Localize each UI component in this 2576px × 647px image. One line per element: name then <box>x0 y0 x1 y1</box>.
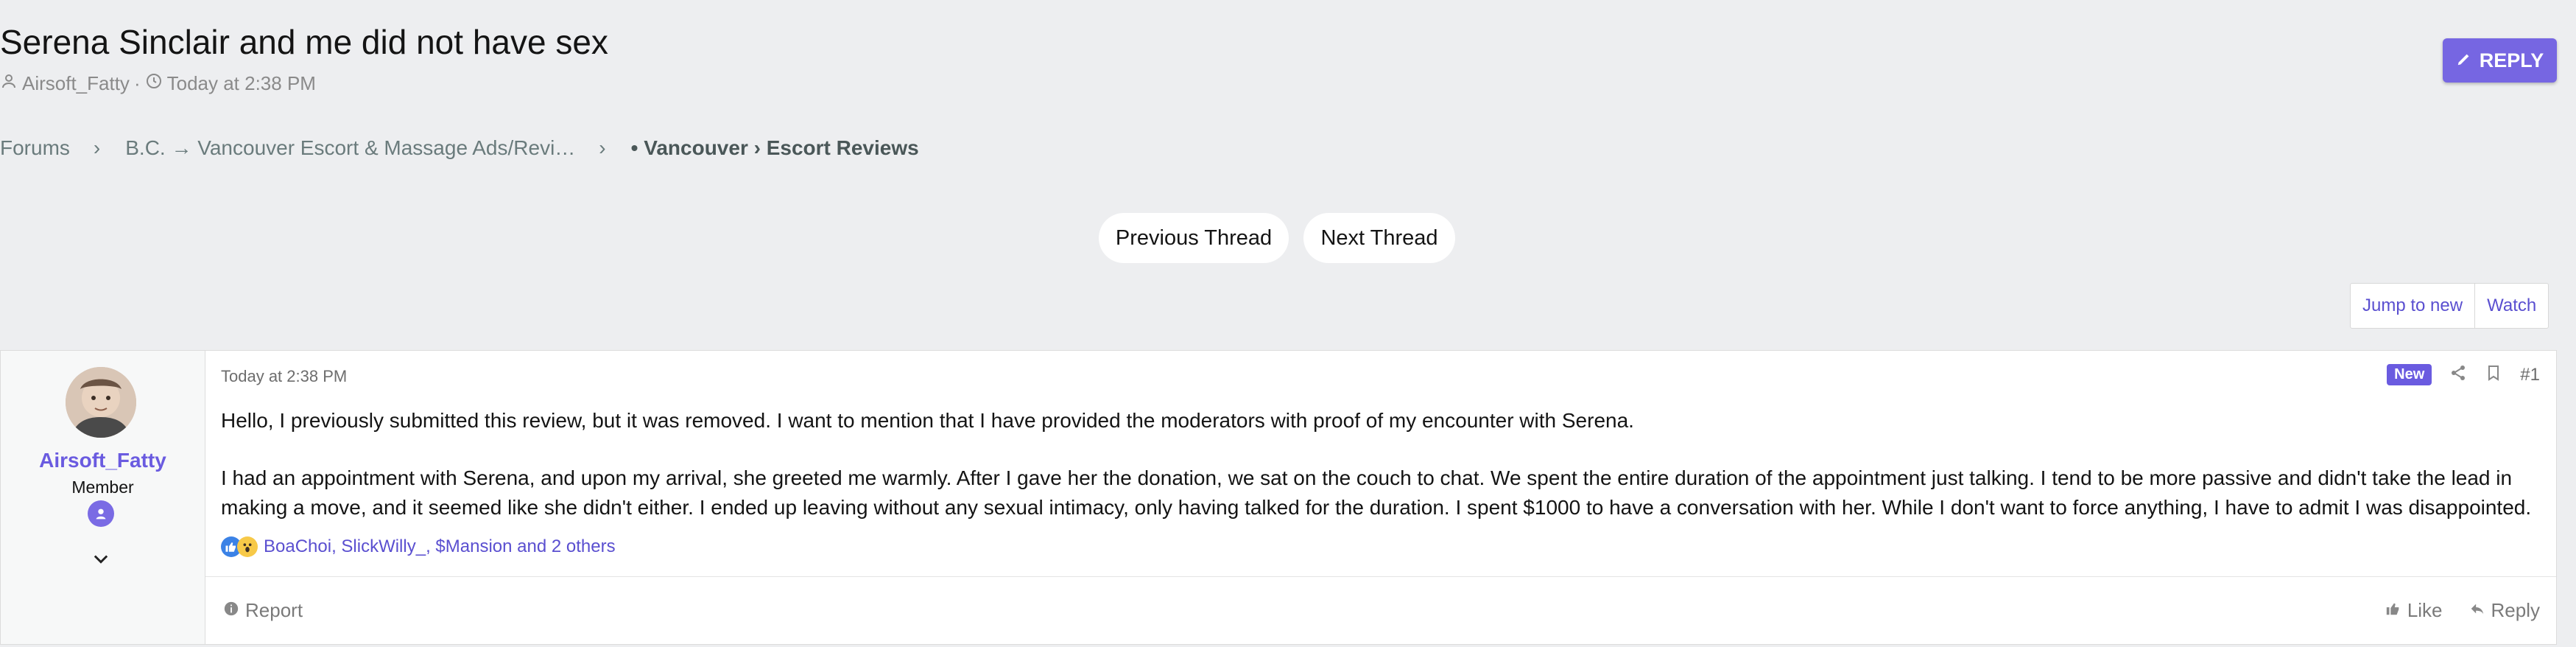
wow-reaction-icon <box>237 536 258 557</box>
thread-author-link[interactable]: Airsoft_Fatty <box>22 72 130 95</box>
post-footer-actions: Like Reply <box>2385 599 2540 622</box>
post-date-link[interactable]: Today at 2:38 PM <box>221 367 347 386</box>
post-number-link[interactable]: #1 <box>2520 365 2540 385</box>
avatar[interactable] <box>66 367 136 438</box>
new-badge: New <box>2387 364 2432 385</box>
post: Airsoft_Fatty Member Today at 2:38 PM Ne… <box>0 350 2557 645</box>
next-thread-button[interactable]: Next Thread <box>1303 213 1455 263</box>
reply-arrow-icon <box>2469 599 2485 622</box>
post-actions: New #1 <box>2387 364 2540 385</box>
post-body: Hello, I previously submitted this revie… <box>221 406 2548 522</box>
chevron-down-icon[interactable] <box>91 548 111 569</box>
reply-button-label: REPLY <box>2479 49 2544 71</box>
reply-button[interactable]: REPLY <box>2443 38 2557 83</box>
breadcrumb: Forums › B.C. → Vancouver Escort & Massa… <box>0 136 919 160</box>
thumbs-up-icon <box>2385 599 2401 622</box>
bookmark-icon[interactable] <box>2485 364 2502 385</box>
reactions-bar[interactable]: BoaChoi, SlickWilly_, $Mansion and 2 oth… <box>221 536 616 557</box>
post-user-column: Airsoft_Fatty Member <box>1 351 205 644</box>
report-button[interactable]: Report <box>223 599 303 622</box>
user-title: Member <box>71 478 134 497</box>
post-paragraph: I had an appointment with Serena, and up… <box>221 466 2532 519</box>
user-badge-icon <box>88 500 114 527</box>
thread-tools: Jump to new Watch <box>2350 283 2549 329</box>
info-icon <box>223 599 239 622</box>
user-icon <box>0 72 18 95</box>
thread-date-link[interactable]: Today at 2:38 PM <box>167 72 316 95</box>
report-label: Report <box>245 599 303 621</box>
post-username[interactable]: Airsoft_Fatty <box>1 449 205 472</box>
previous-thread-button[interactable]: Previous Thread <box>1099 213 1289 263</box>
breadcrumb-category[interactable]: B.C. → Vancouver Escort & Massage Ads/Re… <box>125 136 575 160</box>
pencil-icon <box>2456 49 2472 72</box>
jump-to-new-button[interactable]: Jump to new <box>2351 284 2474 328</box>
chevron-right-icon: › <box>599 136 606 159</box>
breadcrumb-forums[interactable]: Forums <box>0 136 70 160</box>
thread-navigation: Previous Thread Next Thread <box>1099 213 1455 263</box>
breadcrumb-current[interactable]: • Vancouver › Escort Reviews <box>631 136 919 160</box>
post-paragraph: Hello, I previously submitted this revie… <box>221 409 1634 432</box>
share-icon[interactable] <box>2449 364 2467 385</box>
post-content: Today at 2:38 PM New #1 Hello, I previou… <box>205 351 2556 644</box>
thread-title: Serena Sinclair and me did not have sex <box>0 23 608 61</box>
reply-post-button[interactable]: Reply <box>2469 599 2540 622</box>
post-footer: Report Like Reply <box>205 576 2556 645</box>
thread-meta: Airsoft_Fatty · Today at 2:38 PM <box>0 72 316 95</box>
clock-icon <box>145 72 163 95</box>
reaction-users-link[interactable]: BoaChoi, SlickWilly_, $Mansion and 2 oth… <box>264 536 616 557</box>
like-label: Like <box>2407 599 2443 621</box>
watch-button[interactable]: Watch <box>2474 284 2548 328</box>
like-button[interactable]: Like <box>2385 599 2443 622</box>
reply-label: Reply <box>2491 599 2540 621</box>
meta-separator: · <box>133 72 141 94</box>
chevron-right-icon: › <box>93 136 101 159</box>
